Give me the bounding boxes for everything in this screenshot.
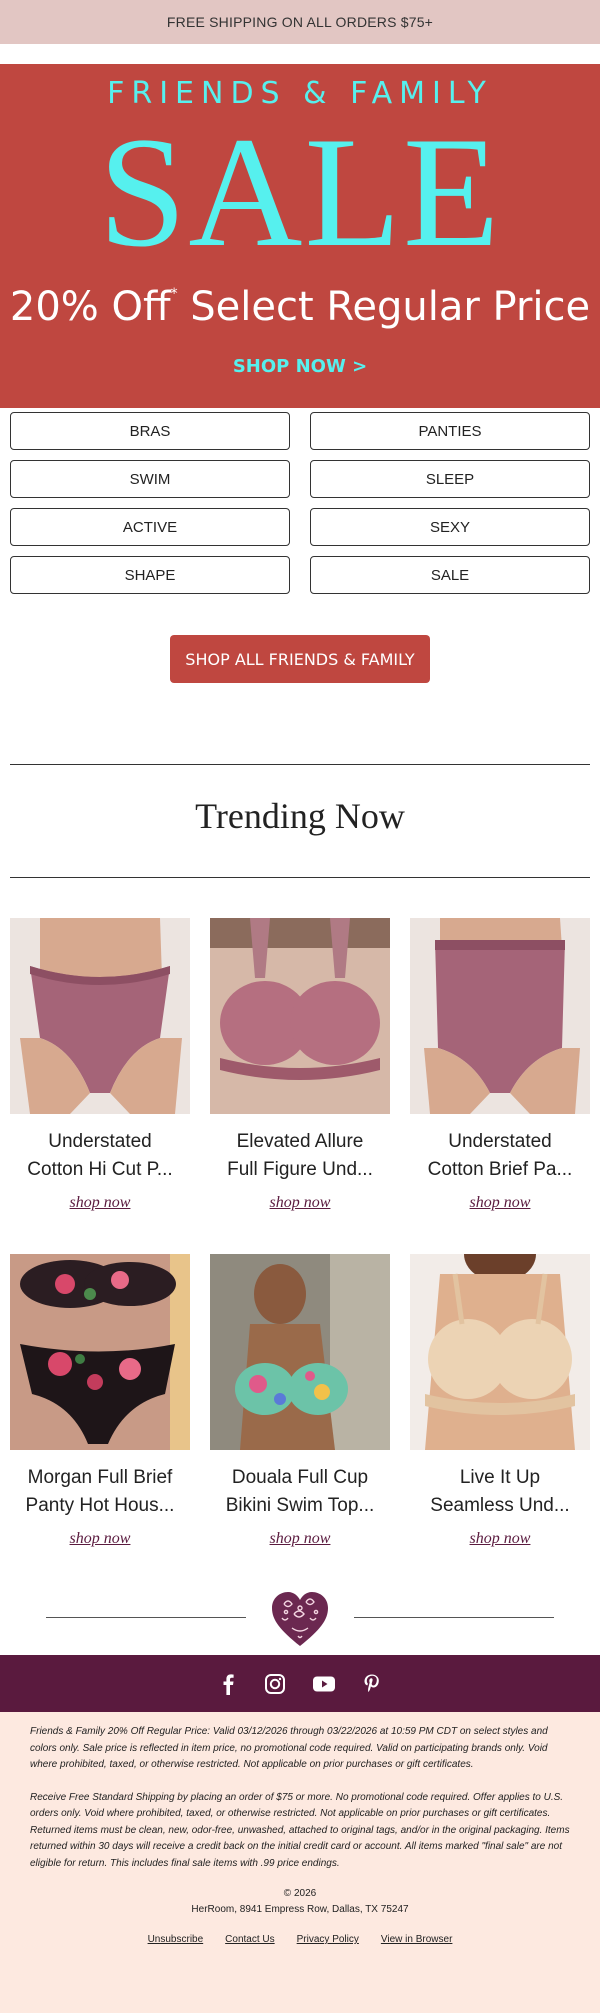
contact-us-link[interactable]: Contact Us — [225, 1934, 274, 1945]
product-row-2: Morgan Full Brief Panty Hot Hous... shop… — [10, 1254, 590, 1548]
product-name-line1[interactable]: Morgan Full Brief — [10, 1464, 190, 1492]
divider-bottom — [10, 877, 590, 878]
shop-now-link[interactable]: shop now — [270, 1194, 331, 1212]
privacy-policy-link[interactable]: Privacy Policy — [297, 1934, 359, 1945]
product-card[interactable]: Douala Full Cup Bikini Swim Top... shop … — [210, 1254, 390, 1548]
hero-offer: 20% Off* Select Regular Price — [0, 284, 600, 330]
legal-sale-terms: Friends & Family 20% Off Regular Price: … — [30, 1726, 548, 1770]
product-card[interactable]: Elevated Allure Full Figure Und... shop … — [210, 918, 390, 1212]
product-image[interactable] — [10, 918, 190, 1114]
youtube-icon[interactable] — [312, 1675, 336, 1693]
shop-all-button[interactable]: SHOP ALL FRIENDS & FAMILY — [170, 635, 430, 683]
category-grid: BRAS PANTIES SWIM SLEEP ACTIVE SEXY SHAP… — [10, 412, 590, 594]
category-button-sleep[interactable]: SLEEP — [310, 460, 590, 498]
pinterest-icon[interactable] — [362, 1673, 382, 1695]
announcement-bar: FREE SHIPPING ON ALL ORDERS $75+ — [0, 0, 600, 44]
hero-shop-now-link[interactable]: SHOP NOW > — [0, 356, 600, 377]
category-button-bras[interactable]: BRAS — [10, 412, 290, 450]
hero-banner[interactable]: FRIENDS & FAMILY SALE 20% Off* Select Re… — [0, 64, 600, 408]
view-in-browser-link[interactable]: View in Browser — [381, 1934, 453, 1945]
company-address: HerRoom, 8941 Empress Row, Dallas, TX 75… — [191, 1904, 409, 1915]
heart-icon — [270, 1590, 330, 1650]
product-image[interactable] — [10, 1254, 190, 1450]
footer-links: Unsubscribe Contact Us Privacy Policy Vi… — [30, 1934, 570, 1945]
product-name-line2[interactable]: Seamless Und... — [410, 1492, 590, 1520]
heart-divider — [0, 1590, 600, 1650]
product-image[interactable] — [210, 918, 390, 1114]
product-name-line1[interactable]: Understated — [410, 1128, 590, 1156]
footer: Friends & Family 20% Off Regular Price: … — [0, 1712, 600, 2013]
copyright-block: © 2026 HerRoom, 8941 Empress Row, Dallas… — [30, 1886, 570, 1918]
legal-shipping-terms: Receive Free Standard Shipping by placin… — [30, 1791, 570, 1869]
shop-now-link[interactable]: shop now — [70, 1194, 131, 1212]
product-card[interactable]: Understated Cotton Hi Cut P... shop now — [10, 918, 190, 1212]
copyright-text: © 2026 — [283, 1888, 317, 1899]
category-button-swim[interactable]: SWIM — [10, 460, 290, 498]
heart-divider-line-left — [46, 1617, 246, 1618]
product-name-line1[interactable]: Elevated Allure — [210, 1128, 390, 1156]
product-name-line2[interactable]: Full Figure Und... — [210, 1156, 390, 1184]
unsubscribe-link[interactable]: Unsubscribe — [148, 1934, 204, 1945]
product-name-line1[interactable]: Live It Up — [410, 1464, 590, 1492]
product-card[interactable]: Understated Cotton Brief Pa... shop now — [410, 918, 590, 1212]
product-image[interactable] — [410, 1254, 590, 1450]
category-button-sale[interactable]: SALE — [310, 556, 590, 594]
hero-offer-rest: Select Regular Price — [190, 284, 591, 330]
shop-now-link[interactable]: shop now — [470, 1530, 531, 1548]
trending-title: Trending Now — [195, 796, 405, 836]
category-button-sexy[interactable]: SEXY — [310, 508, 590, 546]
hero-offer-asterisk: * — [170, 286, 178, 302]
instagram-icon[interactable] — [264, 1673, 286, 1695]
product-row-1: Understated Cotton Hi Cut P... shop now … — [10, 918, 590, 1212]
product-name-line2[interactable]: Panty Hot Hous... — [10, 1492, 190, 1520]
facebook-icon[interactable] — [218, 1673, 238, 1695]
shop-now-link[interactable]: shop now — [70, 1530, 131, 1548]
category-button-panties[interactable]: PANTIES — [310, 412, 590, 450]
category-button-active[interactable]: ACTIVE — [10, 508, 290, 546]
announcement-text: FREE SHIPPING ON ALL ORDERS $75+ — [166, 14, 434, 30]
product-image[interactable] — [410, 918, 590, 1114]
product-name-line2[interactable]: Bikini Swim Top... — [210, 1492, 390, 1520]
shop-now-link[interactable]: shop now — [470, 1194, 531, 1212]
product-name-line1[interactable]: Douala Full Cup — [210, 1464, 390, 1492]
product-image[interactable] — [210, 1254, 390, 1450]
product-name-line2[interactable]: Cotton Brief Pa... — [410, 1156, 590, 1184]
hero-offer-percent: 20% Off — [9, 284, 171, 330]
product-card[interactable]: Morgan Full Brief Panty Hot Hous... shop… — [10, 1254, 190, 1548]
social-bar — [0, 1655, 600, 1712]
product-name-line1[interactable]: Understated — [10, 1128, 190, 1156]
shop-now-link[interactable]: shop now — [270, 1530, 331, 1548]
hero-headline: SALE — [98, 105, 502, 280]
product-name-line2[interactable]: Cotton Hi Cut P... — [10, 1156, 190, 1184]
category-button-shape[interactable]: SHAPE — [10, 556, 290, 594]
product-card[interactable]: Live It Up Seamless Und... shop now — [410, 1254, 590, 1548]
divider-top — [10, 764, 590, 765]
heart-divider-line-right — [354, 1617, 554, 1618]
